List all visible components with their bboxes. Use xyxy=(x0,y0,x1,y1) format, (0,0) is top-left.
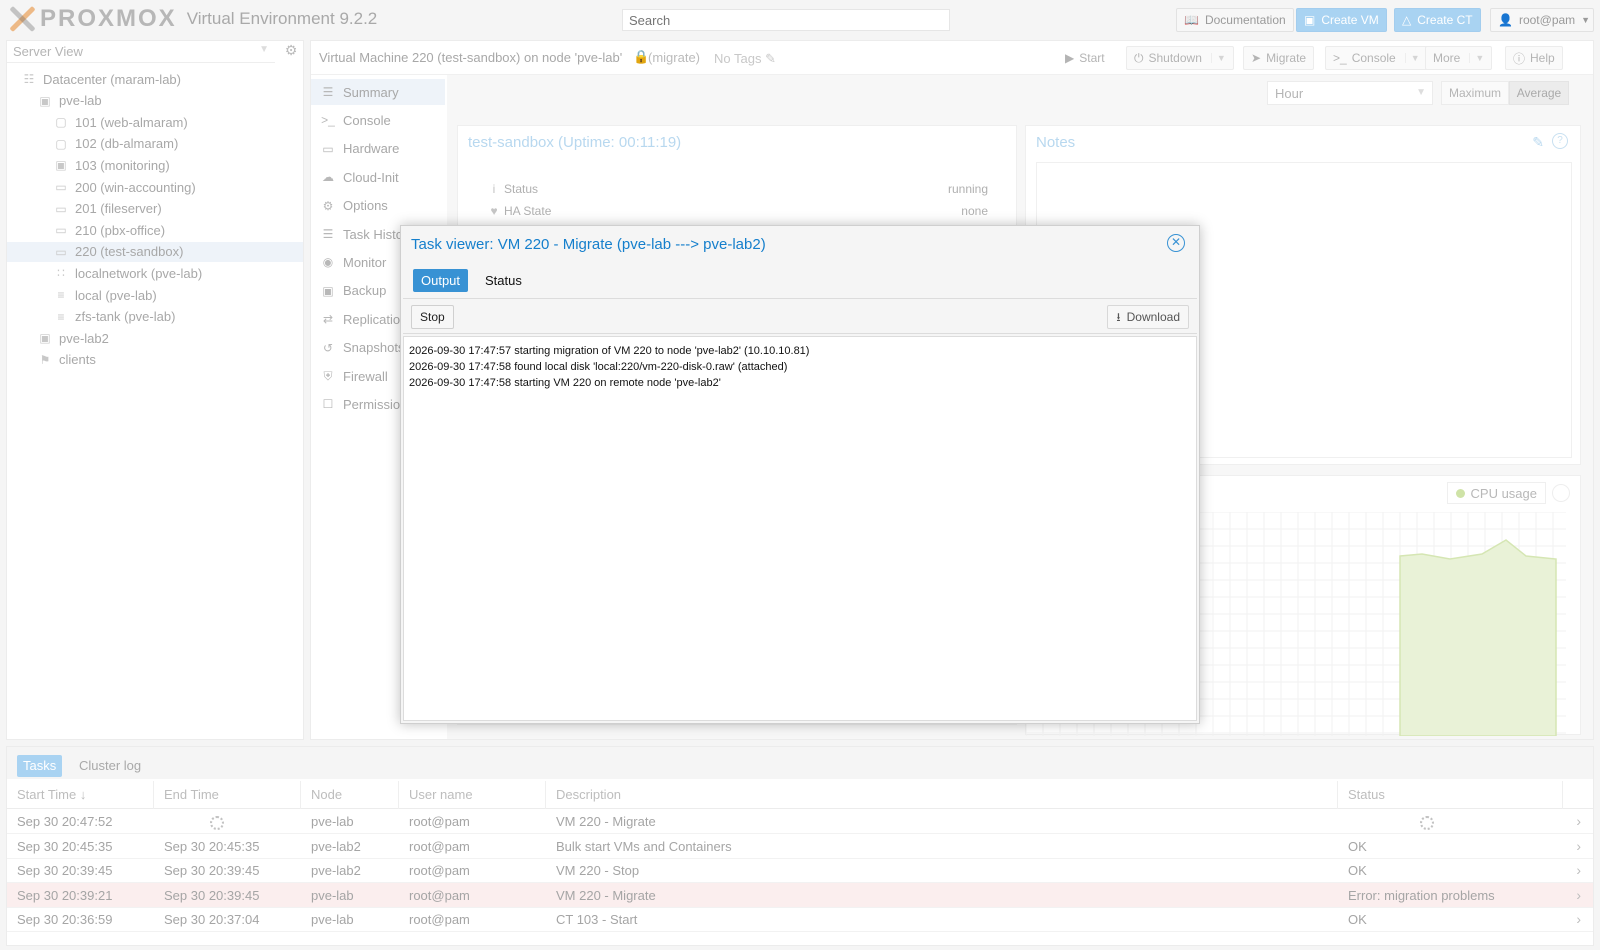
close-icon[interactable]: ✕ xyxy=(1167,234,1185,252)
task-log-output[interactable]: 2026-09-30 17:47:57 starting migration o… xyxy=(403,336,1197,721)
task-viewer-dialog: Task viewer: VM 220 - Migrate (pve-lab -… xyxy=(400,225,1200,724)
log-line: 2026-09-30 17:47:58 starting VM 220 on r… xyxy=(409,377,721,389)
download-button[interactable]: ⭳ Download xyxy=(1107,305,1189,329)
tab-output[interactable]: Output xyxy=(413,269,469,292)
log-line: 2026-09-30 17:47:57 starting migration o… xyxy=(409,345,810,357)
download-icon: ⭳ xyxy=(1116,310,1121,324)
dialog-toolbar: Stop ⭳ Download xyxy=(403,298,1197,334)
stop-button[interactable]: Stop xyxy=(411,305,454,329)
download-label: Download xyxy=(1126,310,1180,324)
dialog-title: Task viewer: VM 220 - Migrate (pve-lab -… xyxy=(411,236,766,253)
tab-status[interactable]: Status xyxy=(477,269,530,292)
log-line: 2026-09-30 17:47:58 found local disk 'lo… xyxy=(409,361,788,373)
